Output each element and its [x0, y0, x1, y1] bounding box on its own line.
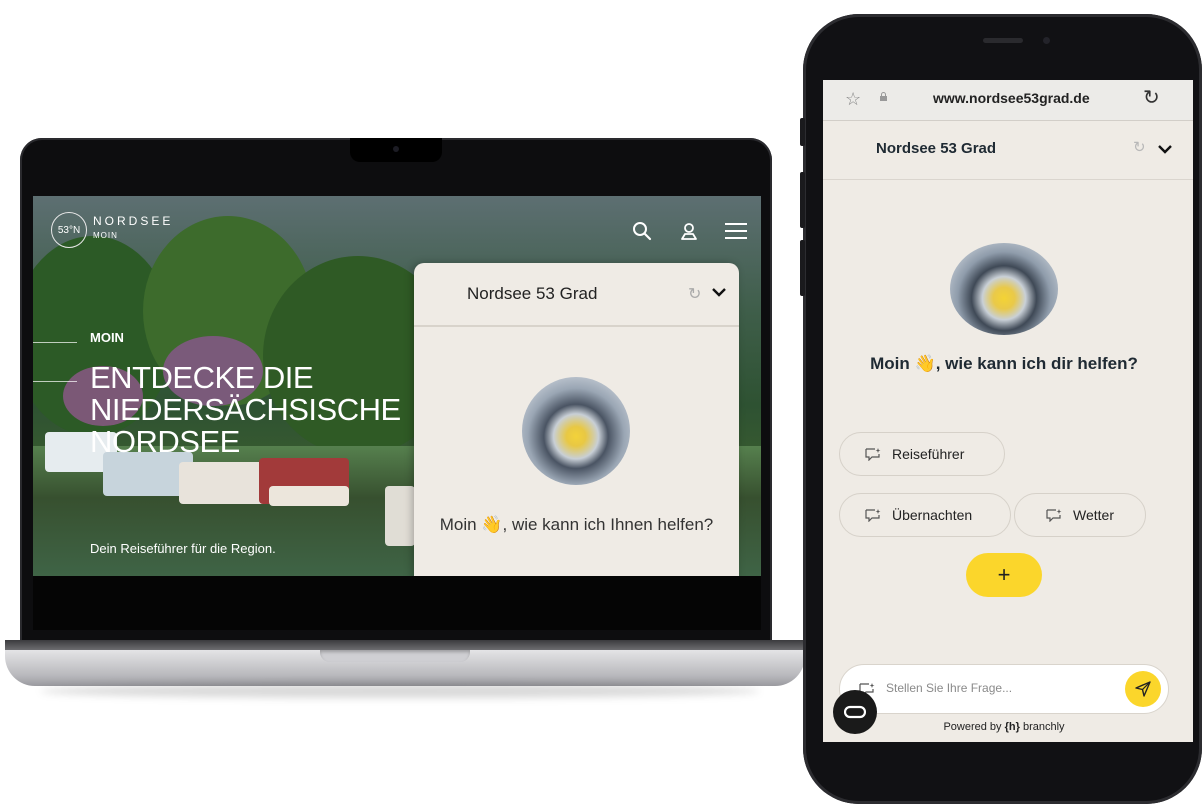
wave-emoji-icon: 👋 [481, 515, 503, 534]
chevron-down-icon[interactable] [710, 285, 728, 299]
suggestion-label: Reiseführer [892, 446, 965, 462]
suggestion-chip-reisefuehrer[interactable]: Reiseführer [839, 432, 1005, 476]
phone-screen: ☆ www.nordsee53grad.de ↻ Nordsee 53 Grad… [823, 80, 1193, 742]
user-location-icon[interactable] [678, 220, 700, 242]
greeting-suffix: , wie kann ich dir helfen? [935, 354, 1138, 373]
laptop-bezel [33, 576, 761, 630]
greeting-prefix: Moin [439, 515, 477, 534]
greeting-prefix: Moin [870, 354, 910, 373]
powered-brand: branchly [1022, 721, 1065, 733]
hero-divider [33, 381, 77, 382]
hero-boat [269, 486, 349, 506]
assistant-avatar [522, 377, 630, 485]
send-button[interactable] [1125, 671, 1161, 707]
assistant-avatar [950, 243, 1058, 335]
site-logo-sub: MOIN [93, 231, 118, 240]
phone-side-button [800, 118, 805, 146]
more-suggestions-button[interactable]: + [966, 553, 1042, 597]
hero-kicker: MOIN [90, 330, 124, 345]
chat-sparkle-icon [865, 448, 881, 461]
phone-side-button [800, 240, 805, 296]
chat-input[interactable]: Stellen Sie Ihre Frage... [839, 664, 1169, 714]
suggestion-chip-wetter[interactable]: Wetter [1014, 493, 1146, 537]
hero-divider [33, 342, 77, 343]
chat-launcher-button[interactable] [833, 690, 877, 734]
chat-widget: Nordsee 53 Grad ↻ Moin 👋, wie kann ich I… [414, 263, 739, 576]
chat-header: Nordsee 53 Grad ↻ [414, 263, 739, 327]
chat-header: Nordsee 53 Grad ↻ [823, 121, 1193, 180]
phone-speaker [983, 38, 1023, 43]
phone-camera [1043, 37, 1050, 44]
site-logo-name[interactable]: NORDSEE [93, 214, 173, 228]
branchly-logo-icon: {h} [1004, 721, 1020, 733]
chat-sparkle-icon [1046, 509, 1062, 522]
browser-url-bar: ☆ www.nordsee53grad.de ↻ [823, 80, 1193, 121]
laptop-shadow [40, 684, 760, 698]
chat-title: Nordsee 53 Grad [876, 140, 997, 157]
send-icon [1135, 681, 1151, 697]
laptop-camera [393, 146, 399, 152]
hero-boat [385, 486, 415, 546]
suggestion-label: Übernachten [892, 507, 973, 523]
reset-icon[interactable]: ↻ [1133, 138, 1146, 156]
powered-by: Powered by {h} branchly [823, 721, 1185, 733]
hero-subtitle: Dein Reiseführer für die Region. [90, 541, 276, 556]
chat-title: Nordsee 53 Grad [467, 284, 598, 303]
infinity-icon [844, 705, 866, 719]
laptop-screen: 53°N NORDSEE MOIN MOIN ENTDECKE DIE NIED… [33, 196, 761, 576]
greeting-suffix: , wie kann ich Ihnen helfen? [502, 515, 714, 534]
lock-icon [880, 92, 887, 101]
chevron-down-icon[interactable] [1156, 142, 1174, 156]
chat-greeting: Moin 👋, wie kann ich Ihnen helfen? [434, 511, 719, 538]
suggestion-chip-uebernachten[interactable]: Übernachten [839, 493, 1011, 537]
phone-side-button [800, 172, 805, 228]
chat-input-placeholder: Stellen Sie Ihre Frage... [886, 681, 1013, 695]
chat-greeting: Moin 👋, wie kann ich dir helfen? [823, 354, 1185, 374]
hero-title: ENTDECKE DIE NIEDERSÄCHSISCHE NORDSEE [90, 360, 401, 459]
wave-emoji-icon: 👋 [914, 354, 936, 373]
url-text[interactable]: www.nordsee53grad.de [933, 90, 1090, 106]
menu-icon[interactable] [723, 220, 749, 242]
bookmark-star-icon[interactable]: ☆ [845, 89, 861, 110]
suggestion-label: Wetter [1073, 507, 1114, 523]
hero-boat [179, 462, 269, 504]
chat-sparkle-icon [865, 509, 881, 522]
powered-prefix: Powered by [943, 721, 1002, 733]
site-logo-badge[interactable]: 53°N [51, 212, 87, 248]
reset-icon[interactable]: ↻ [688, 284, 701, 304]
laptop-lid-notch [320, 650, 470, 662]
search-icon[interactable] [631, 220, 653, 242]
reload-icon[interactable]: ↻ [1143, 85, 1160, 110]
